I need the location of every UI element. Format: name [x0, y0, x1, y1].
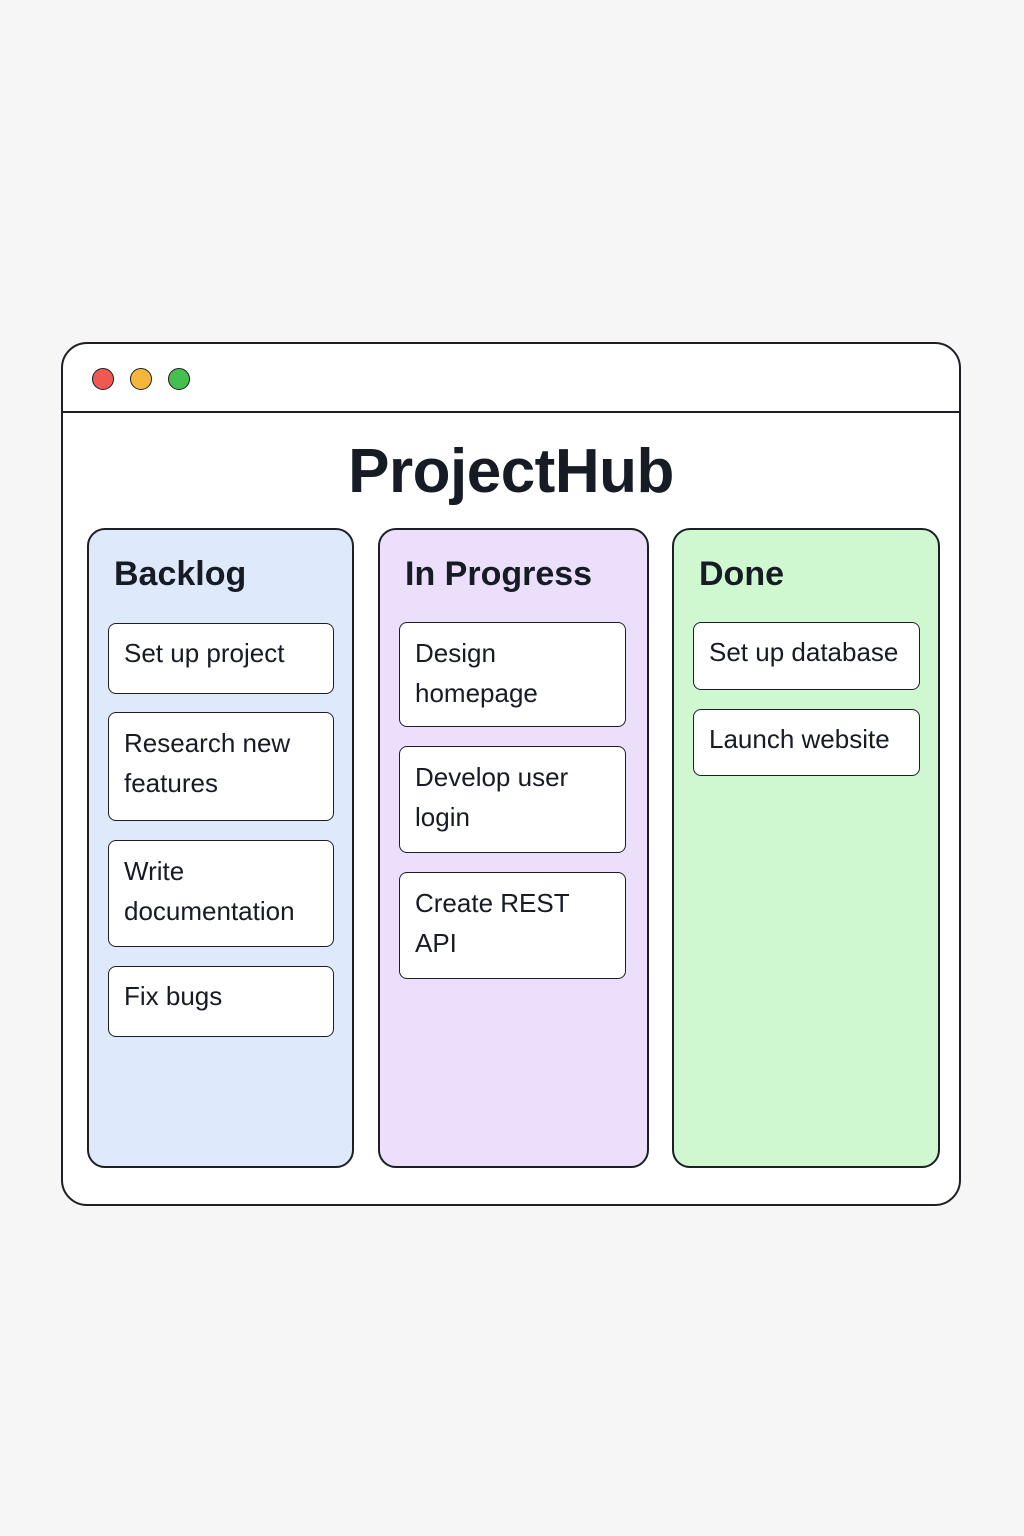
- task-card[interactable]: Fix bugs: [108, 966, 334, 1037]
- maximize-window-button[interactable]: [168, 368, 190, 390]
- task-card[interactable]: Launch website: [693, 709, 920, 776]
- app-title: ProjectHub: [348, 437, 674, 506]
- column-title: Done: [699, 555, 784, 593]
- column-backlog: Backlog Set up project Research new feat…: [87, 528, 354, 1168]
- task-card[interactable]: Research new features: [108, 712, 334, 821]
- column-in-progress: In Progress Design homepage Develop user…: [378, 528, 649, 1168]
- task-card[interactable]: Create REST API: [399, 872, 626, 979]
- task-card[interactable]: Set up project: [108, 623, 334, 694]
- minimize-window-button[interactable]: [130, 368, 152, 390]
- window-titlebar: [63, 344, 959, 413]
- column-title: In Progress: [405, 555, 593, 593]
- column-done: Done Set up database Launch website: [672, 528, 940, 1168]
- close-window-button[interactable]: [92, 368, 114, 390]
- task-card[interactable]: Set up database: [693, 622, 920, 690]
- task-card[interactable]: Develop user login: [399, 746, 626, 853]
- column-title: Backlog: [114, 555, 247, 593]
- task-card[interactable]: Write documentation: [108, 840, 334, 947]
- app-window: ProjectHub Backlog Set up project Resear…: [61, 342, 961, 1206]
- task-card[interactable]: Design homepage: [399, 622, 626, 727]
